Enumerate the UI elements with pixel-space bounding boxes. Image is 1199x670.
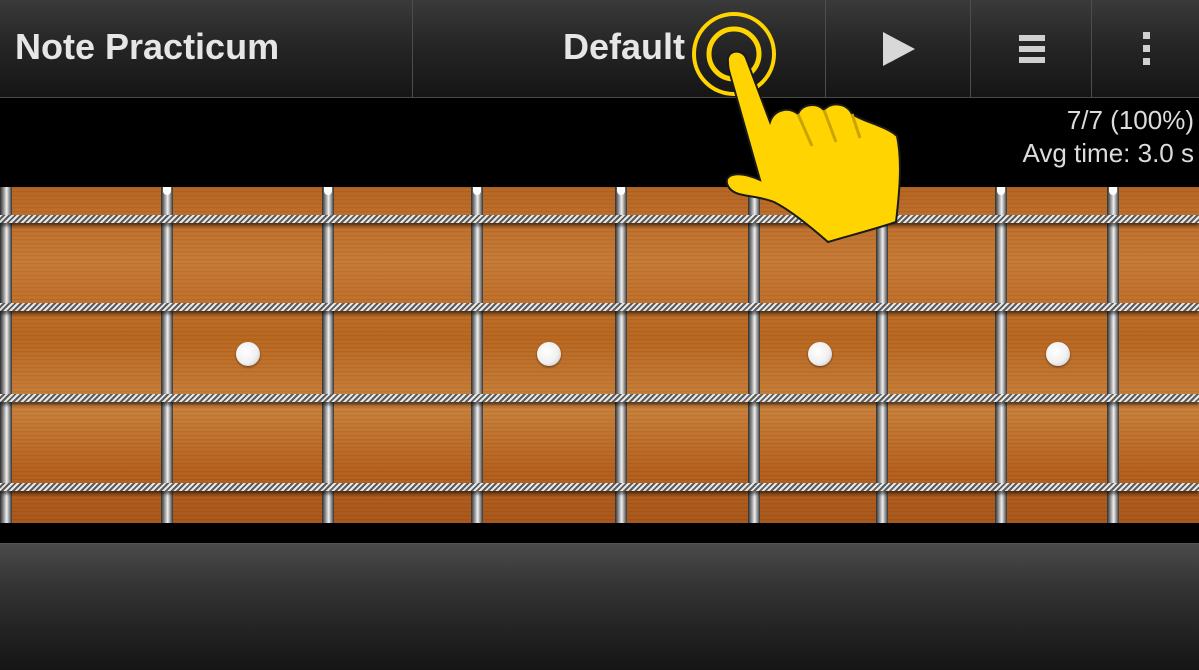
bottom-panel <box>0 543 1199 670</box>
overflow-menu-icon <box>1142 32 1150 65</box>
overflow-menu-button[interactable] <box>1091 0 1199 97</box>
fret <box>1107 187 1119 523</box>
list-button[interactable] <box>970 0 1092 97</box>
fret <box>471 187 483 523</box>
string-2 <box>0 303 1199 311</box>
fret <box>161 187 173 523</box>
list-icon <box>1018 34 1045 63</box>
string-1 <box>0 215 1199 223</box>
score-text: 7/7 (100%) <box>1066 105 1194 135</box>
action-bar: Note Practicum Default <box>0 0 1199 98</box>
stats-panel: 7/7 (100%) Avg time: 3.0 s <box>1023 104 1195 170</box>
app-title: Note Practicum <box>15 26 280 67</box>
fret-inlay-dot <box>808 342 832 366</box>
string-3 <box>0 394 1199 402</box>
string-4 <box>0 483 1199 491</box>
fret <box>876 187 888 523</box>
play-button[interactable] <box>825 0 971 97</box>
avg-time-text: Avg time: 3.0 s <box>1022 138 1195 168</box>
fret <box>615 187 627 523</box>
fret-inlay-dot <box>1046 342 1070 366</box>
fret <box>0 187 12 523</box>
preset-selector[interactable]: Default <box>412 0 825 97</box>
fret-inlay-dot <box>537 342 561 366</box>
fret <box>322 187 334 523</box>
fretboard[interactable] <box>0 187 1199 523</box>
preset-label: Default <box>562 26 685 67</box>
fret <box>995 187 1007 523</box>
fret <box>748 187 760 523</box>
play-icon <box>882 31 915 66</box>
fret-inlay-dot <box>236 342 260 366</box>
